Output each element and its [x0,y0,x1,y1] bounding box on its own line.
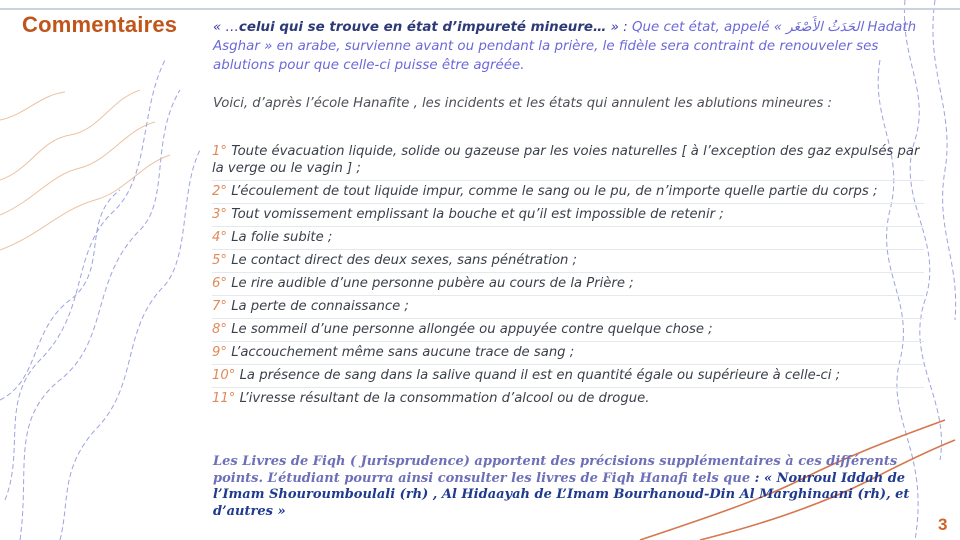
list-lead-text: Voici, d’après l’école Hanafite , les in… [213,96,832,111]
slide-title: Commentaires [22,12,178,37]
item-number: 11° [212,391,236,406]
item-text: Le rire audible d’une personne pubère au… [231,276,634,291]
item-text: Toute évacuation liquide, solide ou gaze… [212,144,920,176]
item-number: 4° [212,230,227,245]
item-text: Tout vomissement emplissant la bouche et… [231,207,724,222]
item-text: La présence de sang dans la salive quand… [239,368,841,383]
item-text: L’écoulement de tout liquide impur, comm… [231,184,878,199]
list-item: 3° Tout vomissement emplissant la bouche… [212,204,924,227]
list-item: 4° La folie subite ; [212,227,924,250]
item-number: 5° [212,253,227,268]
intro-close-quote: » : [606,20,632,35]
list-item: 8° Le sommeil d’une personne allongée ou… [212,319,924,342]
intro-quoted-text: celui qui se trouve en état d’impureté m… [238,20,607,35]
list-item: 9° L’accouchement même sans aucune trace… [212,342,924,365]
list-item: 11° L’ivresse résultant de la consommati… [212,388,924,410]
item-number: 6° [212,276,227,291]
list-item: 10° La présence de sang dans la salive q… [212,365,924,388]
list-item: 2° L’écoulement de tout liquide impur, c… [212,181,924,204]
item-number: 1° [212,144,227,159]
page-number: 3 [938,515,948,534]
item-number: 3° [212,207,227,222]
item-number: 10° [212,368,236,383]
item-text: L’accouchement même sans aucune trace de… [231,345,575,360]
item-text: Le sommeil d’une personne allongée ou ap… [231,322,713,337]
list-item: 6° Le rire audible d’une personne pubère… [212,273,924,296]
list-item: 5° Le contact direct des deux sexes, san… [212,250,924,273]
item-number: 2° [212,184,227,199]
list-item: 1° Toute évacuation liquide, solide ou g… [212,141,924,181]
item-number: 9° [212,345,227,360]
nullifiers-list: 1° Toute évacuation liquide, solide ou g… [212,141,924,410]
item-number: 8° [212,322,227,337]
closing-paragraph: Les Livres de Fiqh ( Jurisprudence) appo… [213,454,931,520]
top-rule [0,8,960,10]
item-text: L’ivresse résultant de la consommation d… [239,391,650,406]
list-item: 7° La perte de connaissance ; [212,296,924,319]
item-text: La perte de connaissance ; [231,299,409,314]
item-text: Le contact direct des deux sexes, sans p… [231,253,578,268]
intro-open-quote: « … [213,20,239,35]
intro-paragraph: « …celui qui se trouve en état d’impuret… [213,18,933,75]
item-text: La folie subite ; [231,230,333,245]
item-number: 7° [212,299,227,314]
